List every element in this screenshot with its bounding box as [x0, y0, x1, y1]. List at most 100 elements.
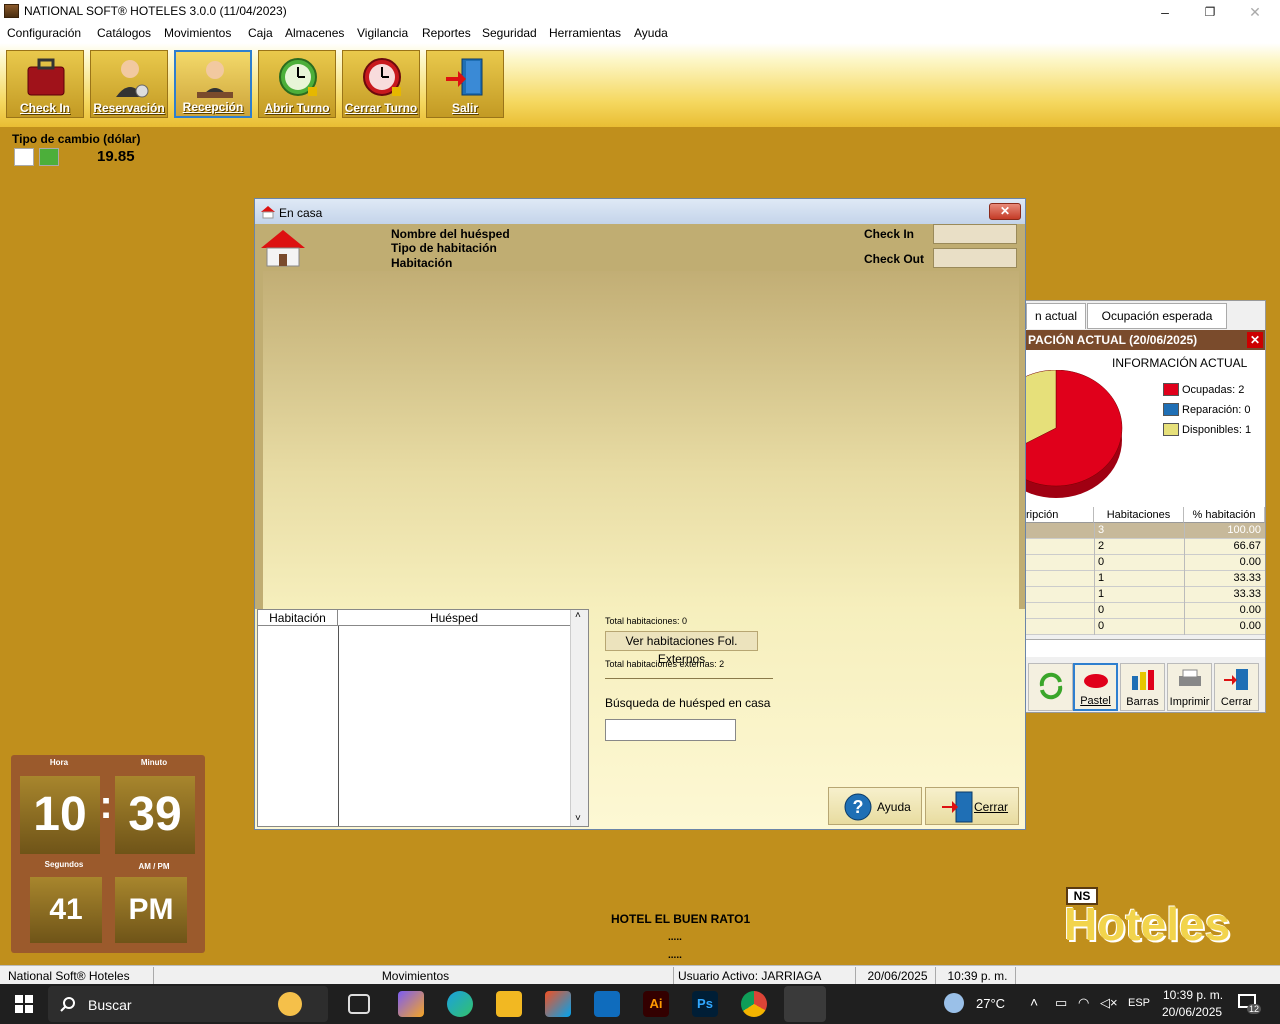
- wifi-icon[interactable]: ◠: [1078, 995, 1089, 1011]
- reservacion-button[interactable]: Reservación: [90, 50, 168, 118]
- guest-search-input[interactable]: [605, 719, 736, 741]
- volume-icon[interactable]: ◁×: [1100, 995, 1118, 1011]
- table-row[interactable]: 1 33.33: [1026, 587, 1265, 603]
- salir-button[interactable]: Salir: [426, 50, 504, 118]
- menu-ayuda[interactable]: Ayuda: [634, 26, 668, 40]
- menu-catalogos[interactable]: Catálogos: [97, 26, 151, 40]
- col-huesped: Huésped: [338, 610, 570, 626]
- outlook-icon[interactable]: [594, 991, 620, 1017]
- menu-caja[interactable]: Caja: [248, 26, 273, 40]
- copilot-icon[interactable]: [398, 991, 424, 1017]
- status-app: National Soft® Hoteles 3.0.0: [4, 967, 154, 1001]
- col-habitaciones: Habitaciones: [1094, 507, 1184, 523]
- card-icon[interactable]: [14, 148, 34, 166]
- pie-chart-icon: [1083, 674, 1108, 688]
- ns-hoteles-task-icon[interactable]: [784, 986, 826, 1022]
- total-rooms: Total habitaciones: 0: [605, 616, 688, 626]
- clock-open-icon: [279, 58, 317, 96]
- scroll-up-icon[interactable]: ˄: [575, 610, 581, 621]
- weather-icon: [944, 993, 964, 1013]
- menu-configuracion[interactable]: Configuración: [7, 26, 81, 40]
- menu-reportes[interactable]: Reportes: [422, 26, 471, 40]
- scroll-down-icon[interactable]: ˅: [575, 813, 581, 824]
- dialog-close-button[interactable]: ✕: [989, 203, 1021, 220]
- grid-scrollbar[interactable]: ˄ ˅: [570, 610, 588, 826]
- clock-ampm: PM: [115, 877, 187, 943]
- legend-swatch-ocupadas: [1163, 383, 1179, 396]
- cell-divider: [1184, 539, 1185, 555]
- row-habitaciones: 0: [1098, 604, 1105, 616]
- cell-divider: [1094, 619, 1095, 635]
- close-icon[interactable]: ✕: [1247, 332, 1263, 348]
- minimize-button[interactable]: –: [1142, 2, 1188, 22]
- menu-herramientas[interactable]: Herramientas: [549, 26, 621, 40]
- exit-door-icon: [942, 791, 973, 823]
- store-icon[interactable]: [545, 991, 571, 1017]
- ns-hoteles-logo: NS Hoteles: [1064, 887, 1254, 951]
- menu-seguridad[interactable]: Seguridad: [482, 26, 537, 40]
- barras-button[interactable]: Barras: [1120, 663, 1165, 711]
- clock-minute: 39: [115, 776, 195, 854]
- refresh-icon[interactable]: [39, 148, 59, 166]
- refresh-icon: [1039, 672, 1062, 700]
- chevron-up-icon[interactable]: ˄: [1030, 994, 1038, 1010]
- occupancy-header: PACIÓN ACTUAL (20/06/2025) ✕: [1026, 330, 1265, 350]
- imprimir-label: Imprimir: [1169, 696, 1210, 708]
- network-icon[interactable]: ▭: [1055, 995, 1067, 1011]
- tab-ocupacion-esperada[interactable]: Ocupación esperada: [1087, 303, 1227, 329]
- edge-icon[interactable]: [447, 991, 473, 1017]
- notification-count: 12: [1247, 1004, 1262, 1014]
- cell-divider: [1094, 523, 1095, 539]
- recepcion-label: Recepción: [182, 100, 244, 114]
- taskbar-search[interactable]: Buscar: [48, 986, 328, 1022]
- table-row[interactable]: 0 0.00: [1026, 619, 1265, 635]
- hotel-dots-2: .....: [668, 950, 682, 961]
- checkout-field: [933, 248, 1017, 268]
- cerrar-turno-button[interactable]: Cerrar Turno: [342, 50, 420, 118]
- table-row[interactable]: 0 0.00: [1026, 603, 1265, 619]
- pastel-label: Pastel: [1080, 695, 1111, 707]
- help-button[interactable]: ? Ayuda: [828, 787, 922, 825]
- search-icon: [60, 997, 75, 1012]
- table-row[interactable]: 1 33.33: [1026, 571, 1265, 587]
- status-time: 10:39 p. m.: [936, 967, 1016, 985]
- guest-name-label: Nombre del huésped: [391, 227, 510, 241]
- maximize-button[interactable]: ❐: [1187, 2, 1233, 22]
- exchange-rate-value: 19.85: [97, 148, 135, 165]
- receptionist-icon: [197, 61, 233, 98]
- table-row[interactable]: 3 100.00: [1026, 523, 1265, 539]
- legend-reparacion: Reparación: 0: [1182, 404, 1251, 416]
- file-explorer-icon[interactable]: [496, 991, 522, 1017]
- chrome-icon[interactable]: [741, 991, 767, 1017]
- table-row[interactable]: 2 66.67: [1026, 539, 1265, 555]
- task-view-icon[interactable]: [348, 994, 370, 1014]
- exchange-rate-label: Tipo de cambio (dólar): [12, 132, 141, 146]
- chart-title: INFORMACIÓN ACTUAL: [1112, 356, 1248, 370]
- cerrar-panel-button[interactable]: Cerrar: [1214, 663, 1259, 711]
- abrir-turno-label: Abrir Turno: [264, 101, 330, 115]
- windows-start-icon[interactable]: [15, 995, 33, 1013]
- close-window-button[interactable]: ✕: [1232, 2, 1278, 22]
- cerrar-turno-label: Cerrar Turno: [344, 101, 418, 115]
- cell-divider: [1094, 555, 1095, 571]
- refresh-button[interactable]: [1028, 663, 1073, 711]
- illustrator-icon[interactable]: Ai: [643, 991, 669, 1017]
- search-text: Buscar: [88, 997, 132, 1013]
- tab-ocupacion-actual[interactable]: n actual: [1026, 303, 1086, 329]
- legend-swatch-disponibles: [1163, 423, 1179, 436]
- menu-vigilancia[interactable]: Vigilancia: [357, 26, 408, 40]
- pastel-button[interactable]: Pastel: [1073, 663, 1118, 711]
- checkin-button[interactable]: Check In: [6, 50, 84, 118]
- menu-movimientos[interactable]: Movimientos: [164, 26, 231, 40]
- language-indicator[interactable]: ESP: [1128, 997, 1150, 1009]
- table-row[interactable]: 0 0.00: [1026, 555, 1265, 571]
- close-button[interactable]: Cerrar: [925, 787, 1019, 825]
- svg-text:?: ?: [853, 797, 864, 817]
- grid-divider: [338, 626, 339, 826]
- imprimir-button[interactable]: Imprimir: [1167, 663, 1212, 711]
- photoshop-icon[interactable]: Ps: [692, 991, 718, 1017]
- ver-externos-button[interactable]: Ver habitaciones Fol. Externos: [605, 631, 758, 666]
- menu-almacenes[interactable]: Almacenes: [285, 26, 344, 40]
- recepcion-button[interactable]: Recepción: [174, 50, 252, 118]
- abrir-turno-button[interactable]: Abrir Turno: [258, 50, 336, 118]
